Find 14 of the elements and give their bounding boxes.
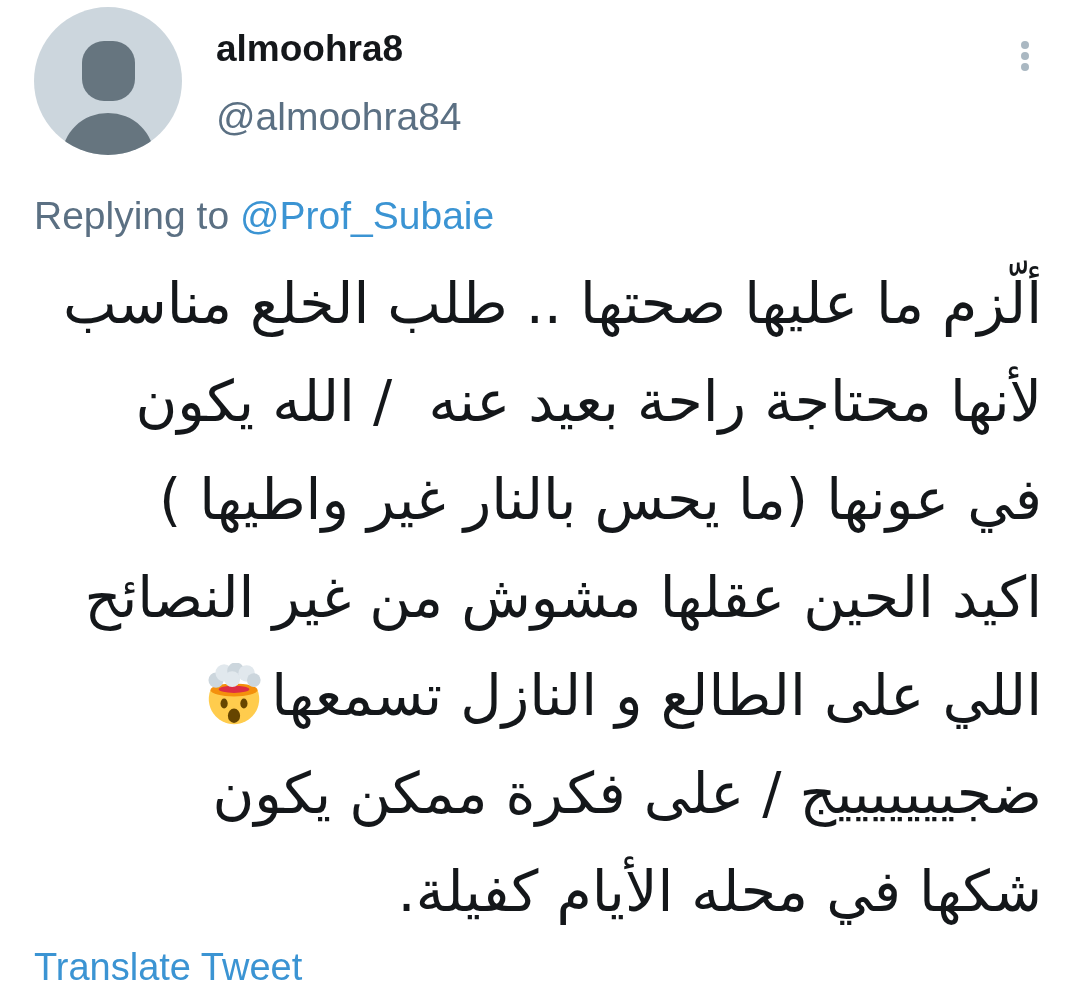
tweet-text-line: ألّزم ما عليها صحتها .. طلب الخلع مناسب bbox=[63, 253, 1042, 352]
user-handle: @almoohra84 bbox=[216, 95, 462, 139]
tweet-text-line: ضجيييييييج / على فكرة ممكن يكون bbox=[212, 758, 1042, 829]
tweet-text-line: لأنها محتاجة راحة بعيد عنه / الله يكون bbox=[135, 365, 1042, 437]
display-name: almoohra8 bbox=[216, 29, 404, 70]
tweet-text-line: في عونها (ما يحس بالنار غير واطيها ) bbox=[159, 464, 1042, 535]
tweet-text-line: اكيد الحين عقلها مشوش من غير النصائح bbox=[84, 562, 1042, 633]
replying-to-text: Replying to @Prof_Subaie bbox=[34, 193, 496, 239]
tweet-text-line: شكها في محله الأيام كفيلة. bbox=[397, 855, 1042, 927]
tweet-text-line: اللي على الطالع و النازل تسمعها bbox=[271, 660, 1042, 731]
more-options-icon[interactable] bbox=[1020, 40, 1030, 72]
mention-link[interactable]: @Prof_Subaie bbox=[239, 194, 495, 237]
avatar-icon bbox=[34, 7, 182, 155]
translate-tweet-link[interactable]: Translate Tweet bbox=[34, 945, 303, 990]
